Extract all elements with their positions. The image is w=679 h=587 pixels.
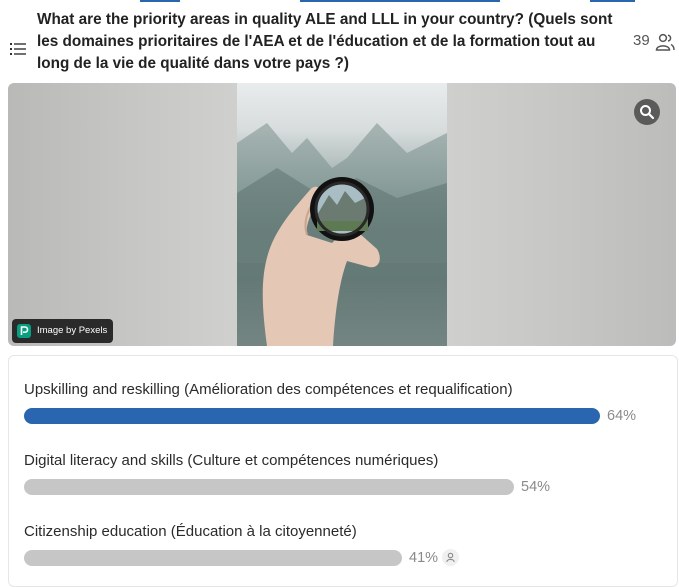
- image-credit-text: Image by Pexels: [37, 325, 108, 336]
- result-option: Upskilling and reskilling (Amélioration …: [24, 381, 664, 424]
- result-bar-row: 64%: [24, 408, 664, 426]
- result-percentage: 54%: [521, 479, 551, 495]
- result-bar: [24, 479, 514, 495]
- participant-count: 39: [633, 32, 650, 49]
- result-option: Citizenship education (Éducation à la ci…: [24, 523, 664, 566]
- pexels-logo-icon: [17, 324, 31, 338]
- list-icon: [10, 43, 26, 55]
- option-label: Upskilling and reskilling (Amélioration …: [24, 381, 513, 398]
- image-credit-badge[interactable]: Image by Pexels: [12, 319, 114, 343]
- option-label: Digital literacy and skills (Culture et …: [24, 452, 439, 469]
- zoom-icon: [640, 105, 655, 120]
- results-card: Upskilling and reskilling (Amélioration …: [8, 355, 678, 587]
- question-header: What are the priority areas in quality A…: [0, 8, 679, 78]
- result-bar-row: 41%: [24, 549, 664, 568]
- strip-segment: [140, 0, 180, 2]
- result-bar: [24, 550, 402, 566]
- question-title: What are the priority areas in quality A…: [37, 11, 613, 72]
- lens-photo: [237, 83, 447, 346]
- users-icon: [655, 33, 675, 51]
- result-bar-row: 54%: [24, 479, 664, 497]
- result-percentage: 41%: [409, 550, 439, 566]
- top-progress-strip: [0, 0, 679, 5]
- strip-segment: [300, 0, 500, 2]
- result-bar: [24, 408, 600, 424]
- question-image-panel: Image by Pexels: [8, 83, 676, 346]
- result-option: Digital literacy and skills (Culture et …: [24, 452, 664, 495]
- result-percentage: 64%: [607, 408, 637, 424]
- zoom-button[interactable]: [634, 99, 660, 125]
- voter-icon: [442, 549, 459, 566]
- lens-photo-illustration: [237, 123, 447, 346]
- option-label: Citizenship education (Éducation à la ci…: [24, 523, 357, 540]
- strip-segment: [590, 0, 635, 2]
